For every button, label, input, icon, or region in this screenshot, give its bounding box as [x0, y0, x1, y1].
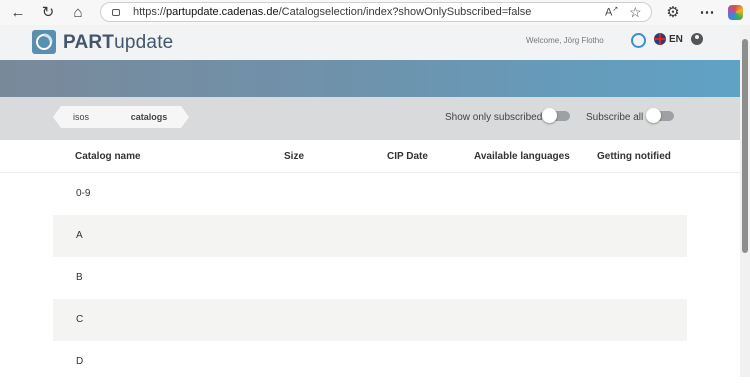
partupdate-logo-icon[interactable] [32, 30, 56, 54]
url-scheme: https:// [133, 6, 167, 18]
favorite-star-icon[interactable]: ☆ [629, 4, 642, 21]
read-aloud-icon[interactable]: A↗ [605, 5, 618, 19]
header-banner [0, 60, 740, 97]
uk-flag-icon[interactable] [654, 33, 666, 45]
toggle-knob [542, 108, 557, 123]
language-selector[interactable]: EN [669, 34, 683, 45]
column-header-getting-notified[interactable]: Getting notified [597, 151, 671, 162]
app-header: PARTupdate Welcome, Jörg Flotho EN [0, 25, 740, 60]
copilot-icon[interactable] [728, 5, 743, 20]
catalog-name: C [76, 314, 84, 325]
url-path: /Catalogselection/index?showOnlySubscrib… [278, 6, 532, 18]
browser-toolbar: ← ↻ ⌂ https://partupdate.cadenas.de/Cata… [0, 0, 750, 26]
logo-light-text: update [114, 32, 174, 53]
app-logo-text[interactable]: PARTupdate [63, 32, 173, 54]
lock-icon[interactable] [112, 9, 120, 16]
show-only-subscribed-toggle[interactable] [542, 108, 570, 123]
scrollbar-thumb[interactable] [742, 39, 748, 253]
url-text: https://partupdate.cadenas.de/Catalogsel… [133, 6, 531, 18]
welcome-text: Welcome, Jörg Flotho [526, 36, 604, 45]
url-host: partupdate.cadenas.de [166, 6, 279, 18]
catalog-toolbar: isos catalogs Show only subscribed Subsc… [0, 97, 740, 140]
chat-icon[interactable] [631, 33, 646, 48]
table-row[interactable]: B [53, 257, 687, 299]
column-header-cip-date[interactable]: CIP Date [387, 151, 428, 162]
subscribe-all-label: Subscribe all [586, 112, 644, 123]
refresh-icon[interactable]: ↻ [39, 4, 57, 22]
extensions-icon[interactable]: ⚙ [664, 4, 682, 22]
subscribe-all-toggle[interactable] [646, 108, 674, 123]
breadcrumb-catalogs[interactable]: catalogs [109, 106, 189, 128]
table-row[interactable]: A [53, 215, 687, 257]
catalog-name: B [76, 272, 83, 283]
column-header-size[interactable]: Size [284, 151, 304, 162]
column-header-catalog-name[interactable]: Catalog name [75, 151, 141, 162]
page-scrollbar[interactable] [740, 25, 750, 377]
logo-bold-text: PART [63, 32, 115, 53]
table-row[interactable]: C [53, 299, 687, 341]
table-row[interactable]: 0-9 [53, 173, 687, 215]
catalog-name: 0-9 [76, 188, 91, 199]
breadcrumb-isos[interactable]: isos [53, 106, 109, 128]
catalog-name: A [76, 230, 83, 241]
catalog-name: D [76, 356, 84, 367]
back-icon[interactable]: ← [9, 4, 27, 22]
toggle-knob [646, 108, 661, 123]
address-bar[interactable]: https://partupdate.cadenas.de/Catalogsel… [100, 2, 652, 22]
column-header-available-languages[interactable]: Available languages [474, 151, 570, 162]
show-only-subscribed-label: Show only subscribed [445, 112, 543, 123]
home-icon[interactable]: ⌂ [69, 4, 87, 22]
user-account-icon[interactable] [691, 33, 703, 45]
more-menu-icon[interactable]: ⋯ [698, 4, 716, 22]
